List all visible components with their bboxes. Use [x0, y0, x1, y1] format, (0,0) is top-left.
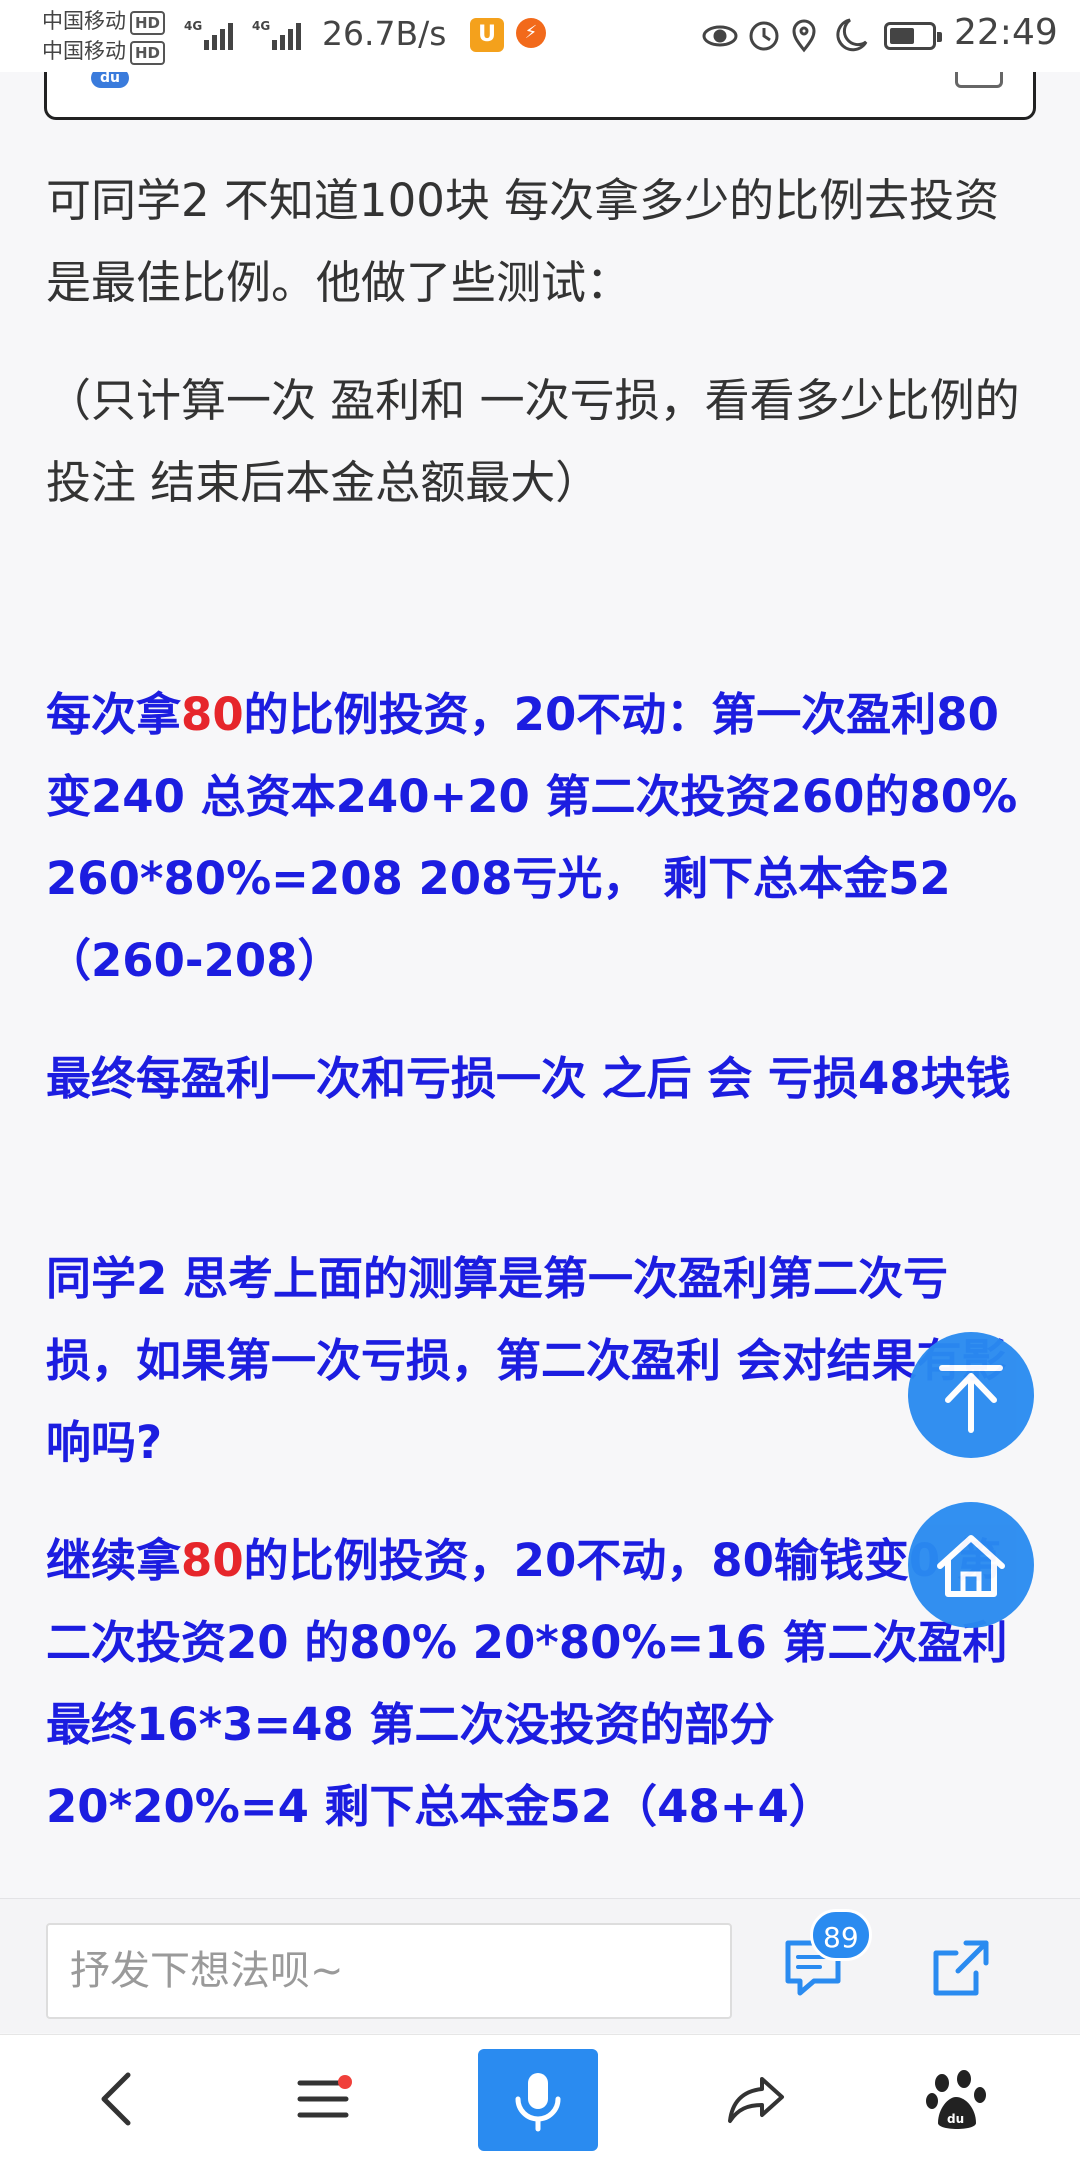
paragraph-case-1: 每次拿80的比例投资，20不动：第一次盈利80变240 总资本240+20 第二… — [46, 674, 1036, 1002]
clock: 22:49 — [954, 12, 1058, 53]
home-icon — [937, 1535, 1005, 1597]
hd-badge-1: HD — [130, 11, 166, 35]
nav-menu-button[interactable] — [278, 2053, 368, 2143]
carrier-1: 中国移动 — [42, 9, 126, 33]
share-icon — [933, 1940, 989, 1996]
paragraph-case-2: 继续拿80的比例投资，20不动，80输钱变0 第二次投资20 的80% 20*8… — [46, 1520, 1036, 1848]
network-speed: 26.7B/s — [322, 14, 447, 53]
status-bar: 中国移动 HD 中国移动 HD 4G 4G 26.7B/s U ⚡ 22:49 — [0, 0, 1080, 72]
bottom-nav: du — [0, 2034, 1080, 2160]
paragraph-question: 同学2 思考上面的测算是第一次盈利第二次亏损，如果第一次亏损，第二次盈利 会对结… — [46, 1252, 1007, 1469]
comment-bar: 抒发下想法呗~ 89 — [0, 1898, 1080, 2033]
paragraph-intro: 可同学2 不知道100块 每次拿多少的比例去投资 是最佳比例。他做了些测试： — [46, 174, 1000, 309]
menu-icon — [297, 2080, 349, 2118]
signal-icon-1: 4G — [184, 18, 240, 56]
menu-notification-dot — [338, 2075, 352, 2089]
svg-text:4G: 4G — [252, 19, 270, 33]
back-to-top-button[interactable] — [908, 1332, 1034, 1458]
moon-icon — [836, 18, 868, 52]
carrier-info: 中国移动 HD 中国移动 HD — [42, 6, 166, 66]
share-button[interactable] — [928, 1935, 994, 2005]
baidu-paw-icon: du — [926, 2070, 986, 2129]
nav-forward-button[interactable] — [712, 2053, 802, 2143]
comment-input[interactable]: 抒发下想法呗~ — [46, 1923, 732, 2019]
hd-badge-2: HD — [130, 41, 166, 65]
eye-icon — [702, 25, 738, 47]
arrow-up-icon — [939, 1365, 1003, 1433]
notification-app-icon: U — [470, 18, 504, 52]
microphone-icon — [515, 2073, 561, 2132]
voice-search-button[interactable] — [478, 2049, 598, 2151]
signal-icon-2: 4G — [252, 18, 308, 56]
alarm-icon — [749, 21, 779, 51]
case1-prefix: 每次拿 — [46, 688, 182, 741]
paragraph-note: （只计算一次 盈利和 一次亏损，看看多少比例的投注 结束后本金总额最大） — [46, 374, 1020, 509]
chevron-left-icon — [101, 2072, 131, 2126]
svg-text:4G: 4G — [184, 19, 202, 33]
nav-back-button[interactable] — [72, 2053, 162, 2143]
carrier-2: 中国移动 — [42, 39, 126, 63]
battery-icon — [884, 22, 942, 50]
article-body: 可同学2 不知道100块 每次拿多少的比例去投资 是最佳比例。他做了些测试： （… — [46, 160, 1036, 1848]
notification-app-icon-2: ⚡ — [516, 18, 546, 48]
status-icons — [700, 14, 870, 62]
paragraph-conclusion: 最终每盈利一次和亏损一次 之后 会 亏损48块钱 — [46, 1052, 1011, 1105]
home-button[interactable] — [908, 1502, 1034, 1628]
comment-count-badge: 89 — [810, 1909, 872, 1961]
case2-prefix: 继续拿 — [46, 1534, 182, 1587]
nav-baidu-button[interactable]: du — [912, 2053, 1002, 2143]
case2-highlight: 80 — [181, 1534, 244, 1587]
svg-text:du: du — [947, 2112, 964, 2126]
location-icon — [792, 19, 816, 53]
forward-icon — [728, 2077, 784, 2123]
case1-highlight: 80 — [181, 688, 244, 741]
